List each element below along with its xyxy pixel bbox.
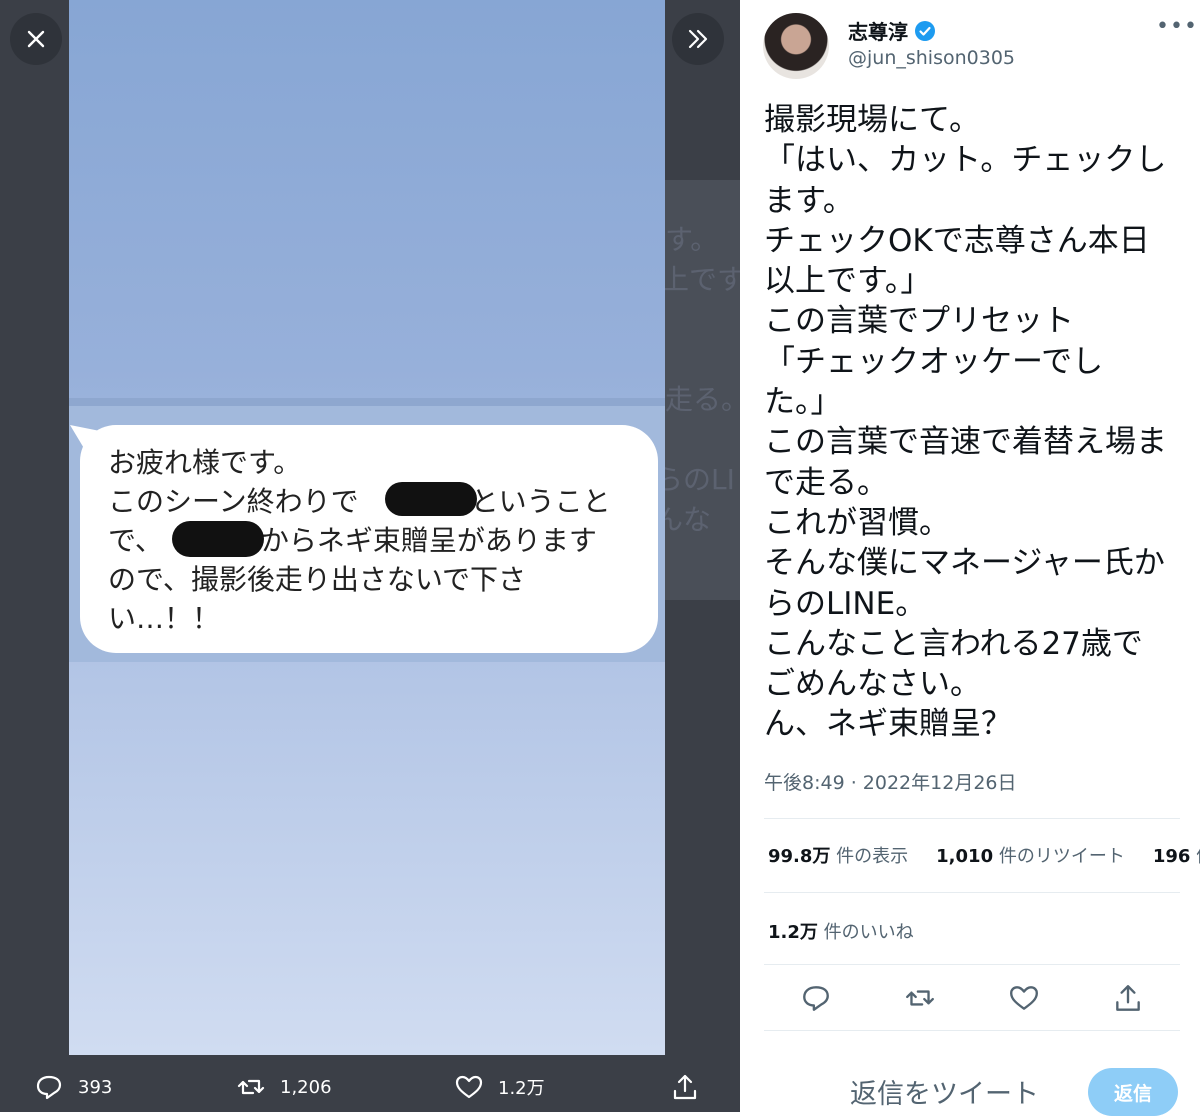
- tweet-line: 撮影現場にて。: [764, 102, 981, 138]
- divider: [764, 892, 1180, 893]
- tweet-line: これが習慣。: [764, 504, 950, 541]
- reply-action[interactable]: 393: [34, 1072, 112, 1102]
- views-stat[interactable]: 99.8万 件の表示: [768, 842, 908, 868]
- quotes-label: 件: [1196, 846, 1200, 867]
- divider: [764, 1030, 1180, 1031]
- tweet-line: この言葉で音速で着替え場ま: [764, 424, 1167, 461]
- collapse-panel-button[interactable]: [672, 13, 724, 65]
- reply-composer: 返信をツイート 返信: [764, 1050, 1200, 1116]
- share-icon[interactable]: [1112, 982, 1144, 1014]
- likes-value: 1.2万: [768, 922, 818, 943]
- divider: [764, 818, 1180, 819]
- ghost-text: んな: [665, 503, 712, 536]
- reply-count: 393: [78, 1076, 113, 1098]
- like-action[interactable]: 1.2万: [454, 1072, 545, 1102]
- share-icon: [673, 1074, 697, 1100]
- image-separator: [69, 398, 665, 406]
- tweet-panel: 志尊淳 @jun_shison0305 ••• 撮影現場にて。 「はい、カット。…: [740, 0, 1200, 1116]
- ghost-text: 走る。: [665, 383, 740, 416]
- tweet-line: 以上です。」: [764, 263, 932, 300]
- tweet-line: 「チェックオッケーでし: [764, 343, 1104, 380]
- retweet-icon: [237, 1079, 265, 1095]
- likes-label: 件のいいね: [823, 922, 914, 943]
- retweets-stat[interactable]: 1,010 件のリツイート: [936, 842, 1125, 868]
- retweet-action[interactable]: 1,206: [236, 1072, 332, 1102]
- display-name[interactable]: 志尊淳: [848, 16, 936, 45]
- retweets-label: 件のリツイート: [998, 846, 1125, 867]
- tweet-timestamp[interactable]: 午後8:49 · 2022年12月26日: [764, 768, 1017, 795]
- tweet-line: ん、ネギ束贈呈？: [764, 706, 1012, 743]
- share-action[interactable]: [670, 1072, 700, 1102]
- retweet-icon[interactable]: [904, 982, 936, 1014]
- tweet-text: 撮影現場にて。 「はい、カット。チェックし ます。 チェックOKで志尊さん本日 …: [764, 100, 1196, 745]
- tweet-line: チェックOKで志尊さん本日: [764, 222, 1150, 259]
- tweet-actions: [764, 975, 1180, 1020]
- close-button[interactable]: [10, 13, 62, 65]
- heart-icon: [455, 1075, 483, 1099]
- tweet-line: で走る。: [764, 464, 888, 501]
- views-value: 99.8万: [768, 846, 831, 867]
- tweet-stats: 99.8万 件の表示 1,010 件のリツイート 196 件: [768, 842, 1200, 868]
- avatar[interactable]: [763, 13, 829, 79]
- retweets-value: 1,010: [936, 846, 994, 867]
- message-line: このシーン終わりで ということ: [108, 485, 611, 518]
- quotes-value: 196: [1152, 846, 1191, 867]
- like-count: 1.2万: [498, 1078, 545, 1099]
- media-action-bar: 393 1,206 1.2万: [0, 1060, 740, 1112]
- tweet-line: た。」: [764, 384, 842, 421]
- tweet-line: ます。: [764, 182, 854, 219]
- message-line: ので、撮影後走り出さないで下さ: [108, 563, 527, 596]
- user-handle[interactable]: @jun_shison0305: [848, 47, 1015, 69]
- media-viewer: す。 上です 走る。 らのLI んな お疲れ様です。 このシーン終わりで という…: [0, 0, 740, 1112]
- message-line: お疲れ様です。: [108, 446, 302, 479]
- tweet-line: この言葉でプリセット: [764, 303, 1074, 340]
- more-options-icon[interactable]: •••: [1156, 14, 1198, 39]
- verified-badge-icon: [915, 20, 935, 41]
- next-image-peek: す。 上です 走る。 らのLI んな: [665, 180, 740, 600]
- redaction-mark: [172, 521, 264, 557]
- tweet-line: ごめんなさい。: [764, 666, 981, 703]
- reply-input[interactable]: 返信をツイート: [850, 1072, 1039, 1111]
- double-chevron-right-icon: [688, 29, 708, 49]
- message-line: い…！！: [108, 602, 221, 635]
- close-icon: [27, 30, 45, 48]
- redaction-mark: [385, 482, 477, 516]
- ghost-text: 上です: [665, 263, 740, 296]
- reply-icon: [36, 1075, 62, 1100]
- retweet-count: 1,206: [280, 1076, 332, 1098]
- ghost-text: す。: [665, 223, 719, 256]
- line-message-bubble: お疲れ様です。 このシーン終わりで ということ で、 からネギ束贈呈があります …: [80, 425, 658, 653]
- quotes-stat[interactable]: 196 件: [1153, 842, 1200, 868]
- heart-icon[interactable]: [1008, 982, 1040, 1014]
- reply-button[interactable]: 返信: [1088, 1068, 1178, 1116]
- likes-stat[interactable]: 1.2万 件のいいね: [768, 918, 914, 944]
- tweet-line: そんな僕にマネージャー氏か: [764, 545, 1165, 582]
- views-label: 件の表示: [836, 846, 909, 867]
- divider: [764, 964, 1180, 965]
- tweet-line: 「はい、カット。チェックし: [764, 142, 1167, 179]
- tweet-line: らのLINE。: [764, 585, 927, 622]
- reply-icon[interactable]: [800, 982, 832, 1014]
- tweet-line: こんなこと言われる27歳で: [764, 625, 1143, 662]
- display-name-text: 志尊淳: [848, 20, 908, 44]
- ghost-text: らのLI: [665, 463, 735, 496]
